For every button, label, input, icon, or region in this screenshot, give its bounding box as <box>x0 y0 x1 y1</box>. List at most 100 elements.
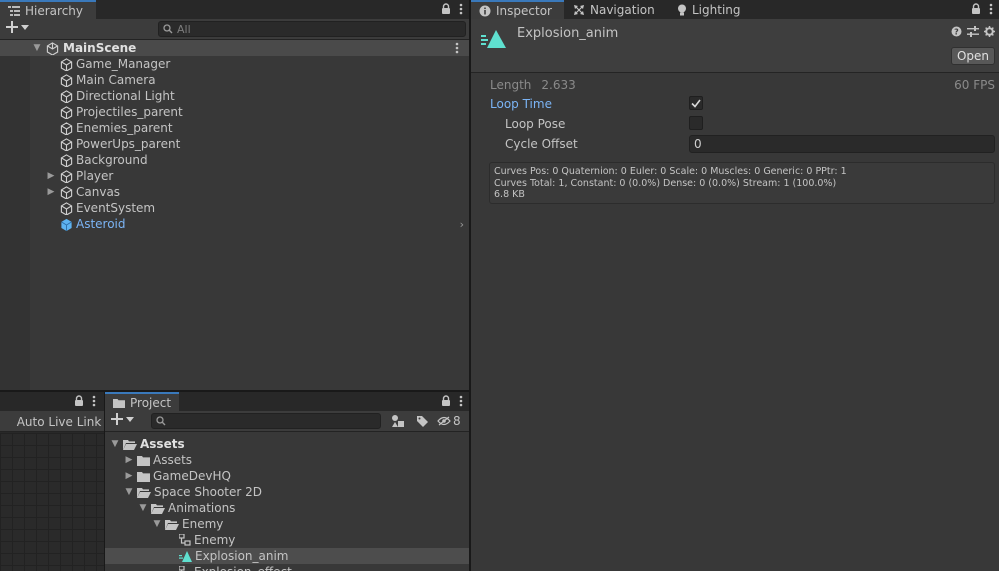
hierarchy-item[interactable]: ▶ Player <box>0 168 469 184</box>
gameobject-cube-icon <box>60 153 73 167</box>
hierarchy-search-input[interactable]: All <box>158 21 466 37</box>
svg-text:?: ? <box>954 28 959 37</box>
folder-icon <box>113 398 125 408</box>
gameobject-cube-icon <box>60 121 73 135</box>
loop-pose-checkbox[interactable] <box>689 116 703 130</box>
hierarchy-item-label: Player <box>76 169 114 183</box>
kebab-menu-icon[interactable] <box>459 3 463 15</box>
hidden-packages-toggle[interactable]: 8 <box>437 413 461 429</box>
project-item[interactable]: ▶ GameDevHQ <box>105 468 469 484</box>
asset-name: Explosion_anim <box>517 26 619 41</box>
filter-by-label-icon[interactable] <box>411 413 433 429</box>
folder-open-icon <box>137 487 151 498</box>
folder-open-icon <box>123 439 137 450</box>
tab-navigation[interactable]: Navigation <box>565 0 663 19</box>
expand-caret-icon[interactable]: ▼ <box>32 43 42 53</box>
scene-row[interactable]: ▼ MainScene <box>0 40 469 56</box>
cycle-offset-label: Cycle Offset <box>505 137 578 151</box>
animator-panel: Auto Live Link <box>0 392 104 571</box>
tab-project[interactable]: Project <box>105 392 179 411</box>
expand-caret-icon[interactable]: ▶ <box>46 171 56 181</box>
project-item[interactable]: ▼ Assets <box>105 436 469 452</box>
project-create-button[interactable] <box>111 413 134 425</box>
loop-pose-label: Loop Pose <box>505 116 566 131</box>
gameobject-cube-icon <box>60 185 73 199</box>
project-item[interactable]: ▼ Space Shooter 2D <box>105 484 469 500</box>
plus-icon <box>6 21 18 33</box>
tab-navigation-label: Navigation <box>590 2 655 17</box>
hierarchy-item[interactable]: EventSystem <box>0 200 469 216</box>
expand-caret-icon[interactable]: ▼ <box>152 519 162 529</box>
lock-icon[interactable] <box>441 3 451 15</box>
project-item[interactable]: Explosion_effect <box>105 564 469 571</box>
clip-info-box: Curves Pos: 0 Quaternion: 0 Euler: 0 Sca… <box>489 162 995 204</box>
length-label: Length <box>490 78 532 92</box>
hierarchy-item[interactable]: Game_Manager <box>0 56 469 72</box>
lock-icon[interactable] <box>441 395 451 407</box>
gameobject-cube-icon <box>60 73 73 87</box>
folder-open-icon <box>165 519 179 530</box>
hierarchy-item-label: Game_Manager <box>76 57 171 71</box>
hierarchy-toolbar: All <box>0 19 469 40</box>
hierarchy-item[interactable]: PowerUps_parent <box>0 136 469 152</box>
filter-by-type-icon[interactable] <box>387 413 409 429</box>
project-item[interactable]: Explosion_anim <box>105 548 469 564</box>
length-value: 2.633 <box>541 78 576 92</box>
project-item-label: Explosion_effect <box>194 565 292 571</box>
scene-kebab-icon[interactable] <box>455 42 459 54</box>
expand-caret-icon[interactable]: ▶ <box>124 471 134 481</box>
hierarchy-item-label: Background <box>76 153 148 167</box>
hierarchy-item[interactable]: ▶ Canvas <box>0 184 469 200</box>
hierarchy-item[interactable]: Asteroid › <box>0 216 469 232</box>
expand-caret-icon[interactable]: ▼ <box>138 503 148 513</box>
inspector-tabbar: Inspector Navigation Lighting <box>471 0 999 19</box>
length-row: Length 2.633 60 FPS <box>490 77 995 93</box>
project-item[interactable]: ▶ Assets <box>105 452 469 468</box>
hierarchy-item[interactable]: Main Camera <box>0 72 469 88</box>
project-item-label: Assets <box>140 437 185 451</box>
clip-info-line: 6.8 KB <box>494 189 525 200</box>
help-icon[interactable]: ? <box>951 26 962 37</box>
tab-inspector-label: Inspector <box>496 3 552 18</box>
hierarchy-panel: Hierarchy All ▼ MainScene Game_Manager M… <box>0 0 469 390</box>
project-item[interactable]: ▼ Enemy <box>105 516 469 532</box>
hierarchy-item[interactable]: Directional Light <box>0 88 469 104</box>
auto-live-link-button[interactable]: Auto Live Link <box>14 411 104 432</box>
tab-inspector[interactable]: Inspector <box>471 0 564 19</box>
cycle-offset-field[interactable]: 0 <box>689 135 995 153</box>
navigation-icon <box>573 4 585 16</box>
open-button[interactable]: Open <box>951 47 995 65</box>
loop-time-checkbox[interactable] <box>689 96 703 110</box>
hierarchy-item-label: Enemies_parent <box>76 121 173 135</box>
expand-caret-icon[interactable]: ▶ <box>46 187 56 197</box>
project-item-label: Animations <box>168 501 236 515</box>
gameobject-cube-icon <box>60 105 73 119</box>
animator-grid <box>0 433 104 571</box>
hierarchy-item[interactable]: Enemies_parent <box>0 120 469 136</box>
tab-hierarchy[interactable]: Hierarchy <box>0 0 96 19</box>
inspector-tab-controls <box>971 1 993 17</box>
expand-caret-icon[interactable]: ▶ <box>124 455 134 465</box>
project-search-input[interactable] <box>151 413 381 429</box>
kebab-menu-icon[interactable] <box>92 395 96 407</box>
cycle-offset-row: Cycle Offset 0 <box>505 135 995 153</box>
lock-icon[interactable] <box>971 3 981 15</box>
kebab-menu-icon[interactable] <box>989 3 993 15</box>
kebab-menu-icon[interactable] <box>459 395 463 407</box>
project-item[interactable]: Enemy <box>105 532 469 548</box>
hierarchy-item[interactable]: Projectiles_parent <box>0 104 469 120</box>
hierarchy-item[interactable]: Background <box>0 152 469 168</box>
tab-lighting[interactable]: Lighting <box>669 0 749 19</box>
folder-open-icon <box>151 503 165 514</box>
scene-name: MainScene <box>63 41 137 55</box>
create-button[interactable] <box>6 21 29 33</box>
expand-caret-icon[interactable]: ▼ <box>110 439 120 449</box>
presets-icon[interactable] <box>967 26 979 37</box>
clip-info-line: Curves Pos: 0 Quaternion: 0 Euler: 0 Sca… <box>494 166 847 177</box>
project-item[interactable]: ▼ Animations <box>105 500 469 516</box>
lock-icon[interactable] <box>74 395 84 407</box>
expand-caret-icon[interactable]: ▼ <box>124 487 134 497</box>
gameobject-cube-icon <box>60 201 73 215</box>
chevron-right-icon[interactable]: › <box>460 218 464 231</box>
gear-icon[interactable] <box>984 26 995 37</box>
